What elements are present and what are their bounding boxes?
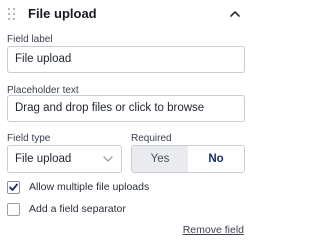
field-label-input[interactable]: File upload <box>7 46 245 73</box>
field-settings-panel: File upload Field label File upload Plac… <box>0 0 250 243</box>
required-heading: Required <box>131 133 172 144</box>
required-no-option[interactable]: No <box>188 146 244 172</box>
field-separator-option[interactable]: Add a field separator <box>7 203 207 218</box>
chevron-up-icon <box>230 11 240 17</box>
required-yes-option[interactable]: Yes <box>132 146 188 172</box>
field-type-select[interactable]: File upload <box>7 145 122 173</box>
field-label-heading: Field label <box>7 34 53 45</box>
collapse-button[interactable] <box>228 7 242 21</box>
remove-field-link[interactable]: Remove field <box>183 224 244 236</box>
required-toggle: Yes No <box>131 145 245 173</box>
field-separator-checkbox[interactable] <box>7 203 20 216</box>
panel-title: File upload <box>28 6 97 21</box>
checkmark-icon <box>9 183 18 191</box>
field-type-value: File upload <box>15 153 72 165</box>
allow-multiple-checkbox[interactable] <box>7 181 20 194</box>
allow-multiple-option[interactable]: Allow multiple file uploads <box>7 181 207 196</box>
placeholder-text-input[interactable]: Drag and drop files or click to browse <box>7 95 245 122</box>
drag-handle-icon[interactable] <box>8 8 16 20</box>
allow-multiple-label: Allow multiple file uploads <box>29 181 150 193</box>
field-separator-label: Add a field separator <box>29 203 126 215</box>
field-type-heading: Field type <box>7 133 51 144</box>
chevron-down-icon <box>103 156 113 162</box>
panel-header: File upload <box>0 0 250 28</box>
